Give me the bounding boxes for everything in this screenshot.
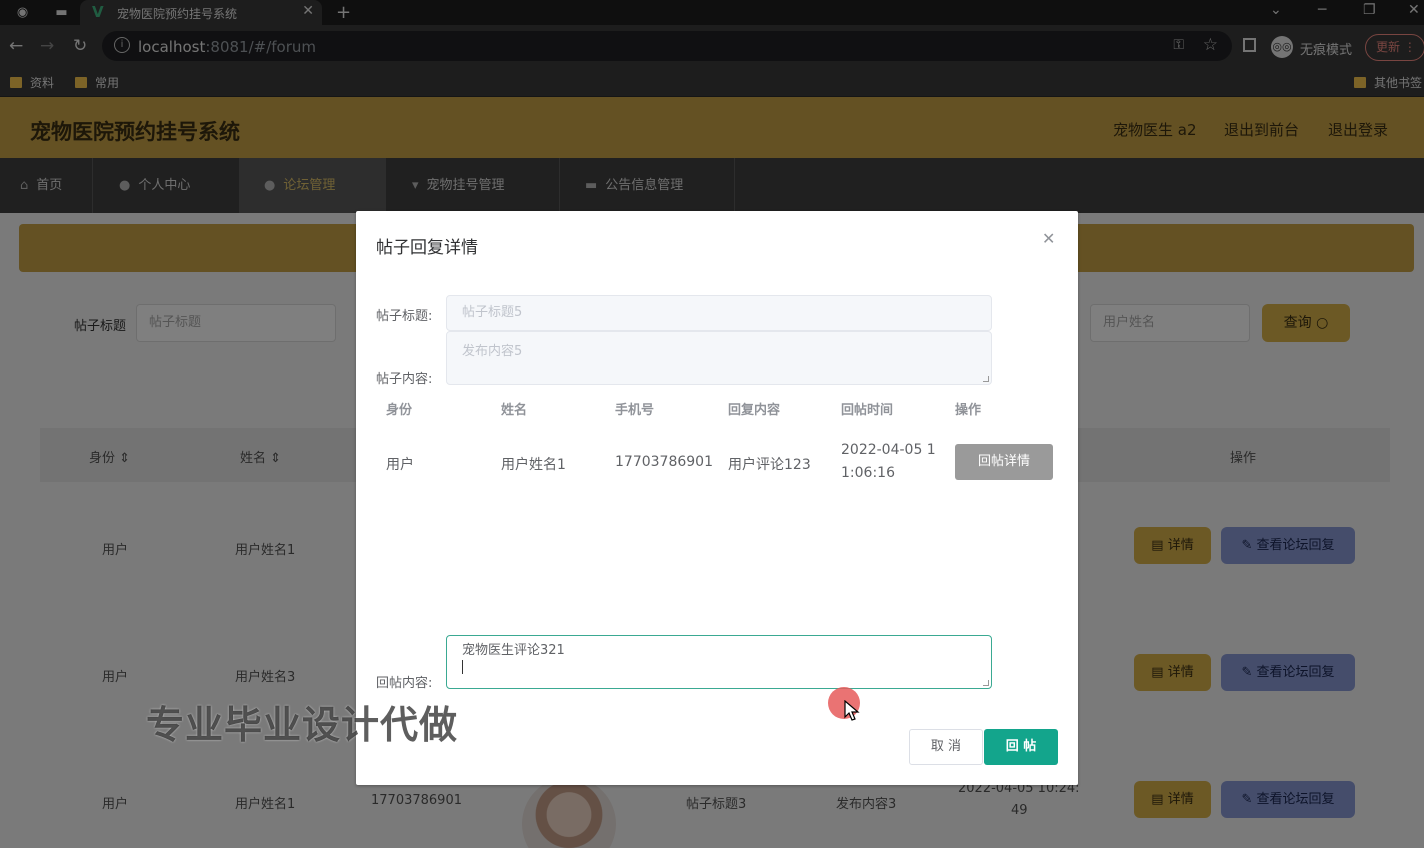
- col-role: 身份: [386, 403, 413, 418]
- reply-detail-button[interactable]: 回帖详情: [955, 444, 1053, 480]
- promo-watermark: 专业毕业设计代做: [146, 703, 459, 747]
- reply-content: 用户评论123: [728, 457, 811, 473]
- dialog-title: 帖子回复详情: [376, 238, 478, 258]
- reply-detail-dialog: 帖子回复详情 ✕ 帖子标题: 帖子标题5 帖子内容: 发布内容5 身份 姓名 手…: [356, 211, 1078, 785]
- resize-grip-icon[interactable]: [983, 680, 989, 686]
- reply-phone: 17703786901: [615, 454, 713, 470]
- col-reply-time: 回帖时间: [841, 403, 894, 418]
- reply-role: 用户: [386, 457, 414, 473]
- post-title-label: 帖子标题:: [376, 309, 433, 324]
- col-action: 操作: [955, 403, 982, 418]
- reply-name: 用户姓名1: [501, 457, 566, 473]
- post-content-label: 帖子内容:: [376, 372, 433, 387]
- post-content-field: 发布内容5: [446, 331, 992, 385]
- col-reply-content: 回复内容: [728, 403, 781, 418]
- reply-time-line1: 2022-04-05 1: [841, 442, 936, 458]
- submit-reply-button[interactable]: 回 帖: [984, 729, 1058, 765]
- reply-content-textarea[interactable]: 宠物医生评论321: [446, 635, 992, 689]
- reply-time-line2: 1:06:16: [841, 465, 895, 481]
- cancel-button[interactable]: 取 消: [909, 729, 983, 765]
- mouse-cursor-icon: [844, 700, 860, 721]
- col-name: 姓名: [501, 403, 528, 418]
- resize-grip-icon[interactable]: [983, 376, 989, 382]
- col-phone: 手机号: [615, 403, 655, 418]
- reply-content-label: 回帖内容:: [376, 676, 433, 691]
- close-icon[interactable]: ✕: [1042, 229, 1055, 248]
- post-title-field: 帖子标题5: [446, 295, 992, 331]
